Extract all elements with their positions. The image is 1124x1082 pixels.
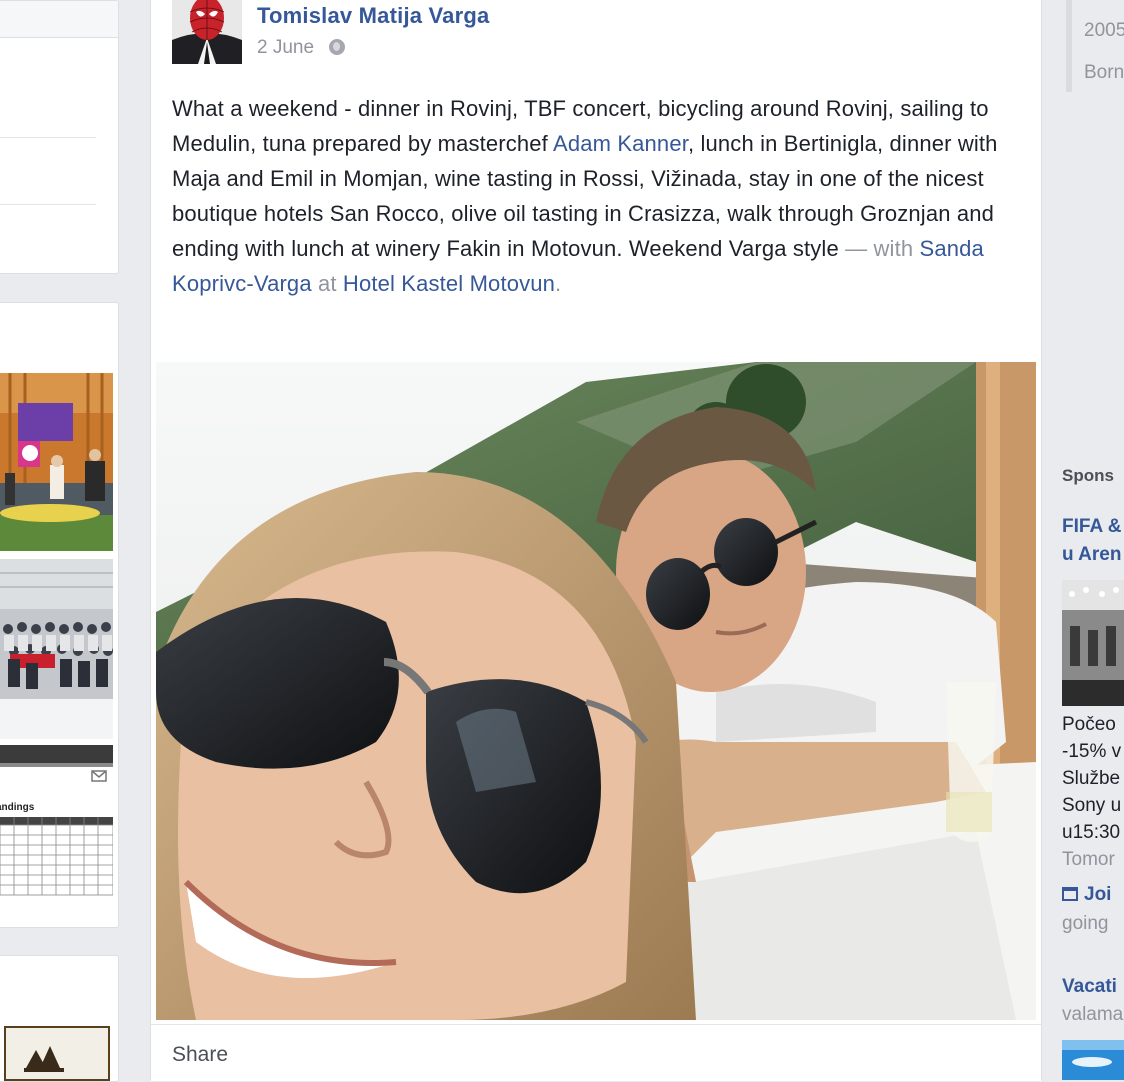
post-text: What a weekend - dinner in Rovinj, TBF c… xyxy=(172,91,1032,301)
tagged-place-link[interactable]: Hotel Kastel Motovun xyxy=(343,271,555,296)
ad-text-line: -15% v xyxy=(1062,741,1122,762)
photo-thumbnail[interactable]: Standings xyxy=(0,745,113,905)
author-avatar[interactable] xyxy=(172,0,242,64)
calendar-icon xyxy=(1062,887,1078,901)
ad-title[interactable]: Vacati xyxy=(1062,976,1117,998)
ad-text-line: Službe xyxy=(1062,768,1121,789)
left-card-bottom xyxy=(0,955,119,1082)
divider xyxy=(0,204,96,205)
left-card-intro xyxy=(0,0,119,274)
post-meta: 2 June xyxy=(257,37,346,59)
ad-text-line: u15:30 xyxy=(1062,822,1121,843)
timeline-snippet: 2005 xyxy=(1084,20,1124,41)
ad-image[interactable] xyxy=(1062,580,1124,706)
divider xyxy=(0,137,96,138)
left-card-photos: Standings xyxy=(0,302,119,928)
globe-icon[interactable] xyxy=(329,39,346,55)
left-column: Standings xyxy=(0,0,120,1082)
join-label: Joi xyxy=(1084,884,1112,905)
ad-time: Tomor xyxy=(1062,849,1115,870)
news-feed-post: Tomislav Matija Varga 2 June What a week… xyxy=(150,0,1042,1081)
photo-thumbnail[interactable] xyxy=(4,1026,110,1081)
left-card-header xyxy=(0,1,118,38)
ad-image[interactable] xyxy=(1062,1040,1124,1080)
ad-title[interactable]: FIFA & xyxy=(1062,516,1121,538)
ad-title[interactable]: u Aren xyxy=(1062,544,1121,566)
post-text-end: . xyxy=(555,271,562,296)
timeline-snippet: Born xyxy=(1084,62,1124,83)
at-label: at xyxy=(317,271,337,296)
post-date[interactable]: 2 June xyxy=(257,37,314,58)
ad-subtitle: valama xyxy=(1062,1004,1124,1025)
standings-label: Standings xyxy=(0,802,35,813)
with-label: — with xyxy=(845,236,914,261)
post-author-name[interactable]: Tomislav Matija Varga xyxy=(257,3,489,29)
photo-thumbnail[interactable] xyxy=(0,373,113,551)
photo-thumbnail[interactable] xyxy=(0,559,113,739)
share-button[interactable]: Share xyxy=(172,1043,228,1067)
going-label: going xyxy=(1062,913,1109,934)
post-photo[interactable] xyxy=(156,362,1036,1020)
timeline-bar xyxy=(1066,0,1072,92)
join-button[interactable]: Joi xyxy=(1062,884,1111,906)
tagged-user-link[interactable]: Adam Kanner xyxy=(553,131,688,156)
post-footer: Share xyxy=(151,1024,1041,1081)
sponsored-heading: Spons xyxy=(1062,466,1114,485)
ad-text-line: Sony u xyxy=(1062,795,1122,816)
right-column: 2005 Born Spons FIFA & u Aren Počeo -15%… xyxy=(1062,0,1124,1080)
ad-text-line: Počeo xyxy=(1062,714,1116,735)
